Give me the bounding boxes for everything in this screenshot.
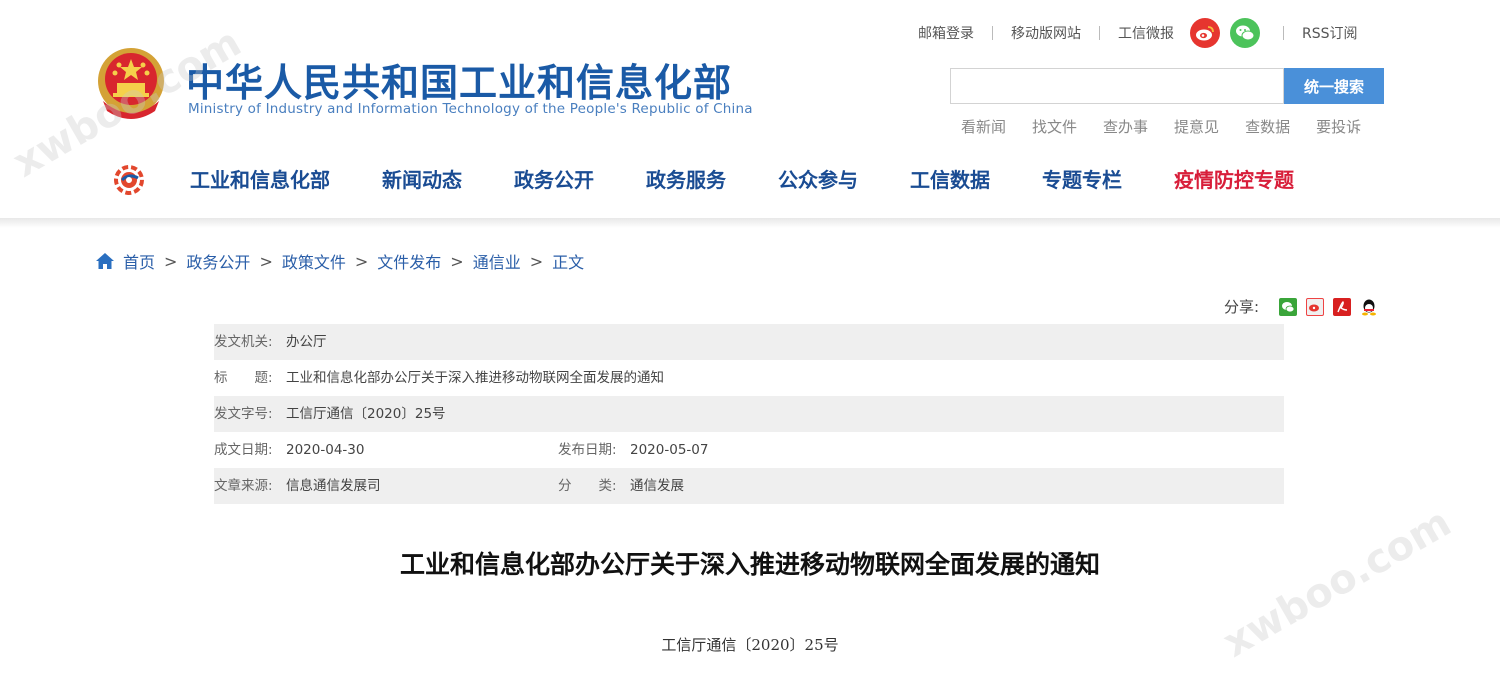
search-button[interactable]: 统一搜索 xyxy=(1284,68,1384,104)
quicklink-data[interactable]: 查数据 xyxy=(1245,116,1290,137)
site-title: 中华人民共和国工业和信息化部 xyxy=(186,61,733,105)
divider xyxy=(1283,26,1284,40)
rss-link[interactable]: RSS订阅 xyxy=(1302,23,1358,43)
divider xyxy=(1099,26,1100,40)
docno-label: 发文字号: xyxy=(214,406,273,422)
breadcrumb-publish[interactable]: 文件发布 xyxy=(377,249,441,273)
site-header: 中华人民共和国工业和信息化部 Ministry of Industry and … xyxy=(0,0,1500,218)
meta-row-issuer: 发文机关: 办公厅 xyxy=(214,324,1284,360)
nav-data[interactable]: 工信数据 xyxy=(910,164,990,193)
quicklink-feedback[interactable]: 提意见 xyxy=(1174,116,1219,137)
nav-gov-affairs[interactable]: 政务公开 xyxy=(514,164,594,193)
meta-row-source: 文章来源: 信息通信发展司 分 类: 通信发展 xyxy=(214,468,1284,504)
header-divider xyxy=(0,218,1500,228)
search-input[interactable] xyxy=(950,68,1284,104)
nav-public-participation[interactable]: 公众参与 xyxy=(778,164,858,193)
document-number: 工信厅通信〔2020〕25号 xyxy=(661,636,839,654)
document-title: 工业和信息化部办公厅关于深入推进移动物联网全面发展的通知 xyxy=(399,550,1100,579)
divider xyxy=(992,26,993,40)
quicklink-news[interactable]: 看新闻 xyxy=(961,116,1006,137)
quicklink-services[interactable]: 查办事 xyxy=(1103,116,1148,137)
weibo-share-icon[interactable] xyxy=(1306,297,1325,316)
weibao-link[interactable]: 工信微报 xyxy=(1118,23,1174,43)
nav-special-topics[interactable]: 专题专栏 xyxy=(1042,164,1122,193)
wechat-icon[interactable] xyxy=(1230,18,1260,48)
created-value: 2020-04-30 xyxy=(286,442,365,458)
breadcrumb-current: 正文 xyxy=(552,253,585,272)
meta-row-docno: 发文字号: 工信厅通信〔2020〕25号 xyxy=(214,396,1284,432)
published-value: 2020-05-07 xyxy=(630,442,709,458)
breadcrumb-separator: > xyxy=(450,251,464,271)
published-label: 发布日期: xyxy=(558,442,617,458)
mail-login-link[interactable]: 邮箱登录 xyxy=(918,23,974,43)
share-label: 分享: xyxy=(1224,298,1260,316)
wechat-share-icon[interactable] xyxy=(1279,297,1298,316)
breadcrumb-home[interactable]: 首页 xyxy=(123,249,155,273)
breadcrumb-policy[interactable]: 政策文件 xyxy=(282,249,346,273)
breadcrumb-separator: > xyxy=(259,251,273,271)
site-subtitle: Ministry of Industry and Information Tec… xyxy=(188,101,753,117)
issuer-value: 办公厅 xyxy=(286,334,327,350)
category-value: 通信发展 xyxy=(630,478,684,494)
quicklink-files[interactable]: 找文件 xyxy=(1032,116,1077,137)
source-label: 文章来源: xyxy=(214,478,273,494)
breadcrumb-telecom[interactable]: 通信业 xyxy=(473,249,521,273)
main-nav: 工业和信息化部 新闻动态 政务公开 政务服务 公众参与 工信数据 专题专栏 疫情… xyxy=(190,164,1294,193)
top-links: 邮箱登录 移动版网站 工信微报 RSS订阅 xyxy=(918,18,1358,48)
breadcrumb-gov-affairs[interactable]: 政务公开 xyxy=(186,249,250,273)
home-icon[interactable] xyxy=(95,252,115,270)
title-label: 标 题: xyxy=(214,370,273,386)
title-value: 工业和信息化部办公厅关于深入推进移动物联网全面发展的通知 xyxy=(286,370,664,386)
nav-gov-services[interactable]: 政务服务 xyxy=(646,164,726,193)
qq-icon[interactable] xyxy=(1360,297,1379,316)
quicklink-complaint[interactable]: 要投诉 xyxy=(1316,116,1361,137)
quick-links: 看新闻 找文件 查办事 提意见 查数据 要投诉 xyxy=(961,116,1387,137)
share-bar: 分享: xyxy=(1224,296,1387,317)
breadcrumb: 首页 > 政务公开 > 政策文件 > 文件发布 > 通信业 > 正文 xyxy=(95,249,584,273)
category-label: 分 类: xyxy=(558,478,617,494)
breadcrumb-separator: > xyxy=(354,251,369,271)
nav-miit[interactable]: 工业和信息化部 xyxy=(190,164,330,193)
mobile-site-link[interactable]: 移动版网站 xyxy=(1011,23,1081,43)
meta-row-dates: 成文日期: 2020-04-30 发布日期: 2020-05-07 xyxy=(214,432,1284,468)
gear-logo-icon[interactable] xyxy=(112,163,146,197)
national-emblem-icon xyxy=(98,48,164,119)
docno-value: 工信厅通信〔2020〕25号 xyxy=(286,406,446,422)
pdf-icon[interactable] xyxy=(1333,297,1352,316)
breadcrumb-separator: > xyxy=(164,251,178,271)
document-meta-table: 发文机关: 办公厅 标 题: 工业和信息化部办公厅关于深入推进移动物联网全面发展… xyxy=(214,324,1284,504)
created-label: 成文日期: xyxy=(214,442,273,458)
nav-epidemic[interactable]: 疫情防控专题 xyxy=(1174,164,1294,193)
weibo-icon[interactable] xyxy=(1190,18,1220,48)
meta-row-title: 标 题: 工业和信息化部办公厅关于深入推进移动物联网全面发展的通知 xyxy=(214,360,1284,396)
issuer-label: 发文机关: xyxy=(214,334,273,350)
nav-news[interactable]: 新闻动态 xyxy=(382,164,462,193)
breadcrumb-separator: > xyxy=(529,251,544,271)
source-value: 信息通信发展司 xyxy=(286,478,381,494)
